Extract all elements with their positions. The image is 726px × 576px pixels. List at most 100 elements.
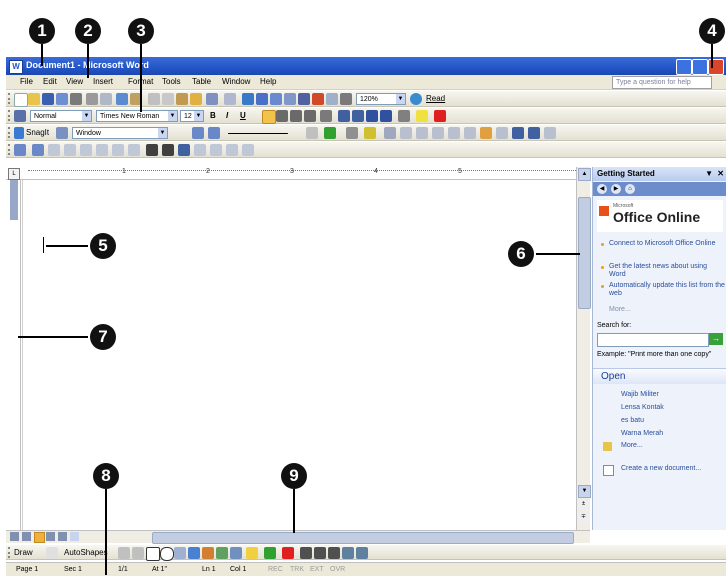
open-folder-icon[interactable]: [28, 93, 40, 105]
print-layout-view-icon[interactable]: [34, 532, 45, 543]
toolbar-grip[interactable]: [8, 144, 12, 155]
text-box-tool-icon[interactable]: [174, 547, 186, 559]
font-size-select[interactable]: 12 ▼: [180, 110, 204, 122]
dash-style-icon[interactable]: [314, 547, 326, 559]
line-tool-icon[interactable]: [118, 547, 130, 559]
fill-color-icon[interactable]: [246, 547, 258, 559]
recipients-icon[interactable]: [48, 144, 60, 156]
next-record-icon[interactable]: [226, 144, 238, 156]
spelling-icon[interactable]: [116, 93, 128, 105]
underline-button[interactable]: U: [240, 111, 246, 120]
show-hide-icon[interactable]: [340, 93, 352, 105]
line-style-draw-icon[interactable]: [300, 547, 312, 559]
bullets-icon[interactable]: [352, 110, 364, 122]
maximize-button[interactable]: [692, 59, 708, 75]
font-color-icon[interactable]: [434, 110, 446, 122]
word-app-icon[interactable]: W: [9, 60, 23, 74]
arrow-style-icon[interactable]: [328, 547, 340, 559]
insert-table-icon[interactable]: [270, 93, 282, 105]
hyperlink-icon[interactable]: [242, 93, 254, 105]
numbering-icon[interactable]: [338, 110, 350, 122]
redo-icon[interactable]: [224, 93, 236, 105]
forward-icon[interactable]: ▶: [611, 184, 621, 194]
align-right-icon[interactable]: [290, 110, 302, 122]
diagram-icon[interactable]: [202, 547, 214, 559]
minimize-button[interactable]: [676, 59, 692, 75]
toolbar-grip[interactable]: [8, 110, 12, 121]
font-select[interactable]: Times New Roman ▼: [96, 110, 178, 122]
drawing-icon[interactable]: [312, 93, 324, 105]
tab-selector[interactable]: L: [8, 168, 20, 180]
shadow-style-icon[interactable]: [342, 547, 354, 559]
first-record-icon[interactable]: [194, 144, 206, 156]
zoom-select[interactable]: 120% ▼: [356, 93, 406, 105]
menu-window[interactable]: Window: [222, 77, 250, 86]
close-icon[interactable]: ✕: [717, 167, 724, 181]
line-color-icon[interactable]: [264, 547, 276, 559]
highlight-icon[interactable]: [416, 110, 428, 122]
vertical-ruler[interactable]: [6, 180, 21, 530]
status-ext[interactable]: EXT: [310, 566, 324, 573]
insert-excel-icon[interactable]: [284, 93, 296, 105]
status-rec[interactable]: REC: [268, 566, 283, 573]
toolbar-grip[interactable]: [8, 127, 12, 138]
split-cells-icon[interactable]: [416, 127, 428, 139]
arrow-tool-icon[interactable]: [132, 547, 144, 559]
ask-question-input[interactable]: Type a question for help: [612, 76, 712, 89]
menu-view[interactable]: View: [66, 77, 83, 86]
insert-picture-icon[interactable]: [230, 547, 242, 559]
outside-border-icon[interactable]: [346, 127, 358, 139]
previous-record-icon[interactable]: [210, 144, 222, 156]
copy-icon[interactable]: [162, 93, 174, 105]
chevron-down-icon[interactable]: ▼: [158, 128, 167, 138]
insert-greeting-line-icon[interactable]: [80, 144, 92, 156]
border-icon[interactable]: [398, 110, 410, 122]
vertical-scrollbar[interactable]: ▲ ▼ ± ∓: [576, 167, 591, 530]
line-spacing-icon[interactable]: [320, 110, 332, 122]
autoshapes-menu-button[interactable]: AutoShapes: [64, 548, 108, 557]
distribute-columns-icon[interactable]: [464, 127, 476, 139]
frame-icon[interactable]: [208, 127, 220, 139]
scroll-left-button[interactable]: [70, 532, 79, 541]
outline-view-icon[interactable]: [46, 532, 55, 541]
horizontal-ruler[interactable]: L 1 2 3 4 5: [6, 167, 586, 180]
draw-menu-button[interactable]: Draw: [14, 548, 33, 557]
distribute-rows-icon[interactable]: [448, 127, 460, 139]
propagate-labels-icon[interactable]: [178, 144, 190, 156]
snagit-button[interactable]: SnagIt: [26, 128, 49, 137]
open-data-source-icon[interactable]: [32, 144, 44, 156]
web-layout-view-icon[interactable]: [22, 532, 31, 541]
recent-file-link[interactable]: Wajib Militer: [621, 391, 659, 398]
match-fields-icon[interactable]: [162, 144, 174, 156]
print-preview-icon[interactable]: [100, 93, 112, 105]
highlight-merge-fields-icon[interactable]: [146, 144, 158, 156]
3d-style-icon[interactable]: [356, 547, 368, 559]
tables-borders-icon[interactable]: [256, 93, 268, 105]
scroll-down-button[interactable]: ▼: [578, 485, 591, 498]
autosum-icon[interactable]: [544, 127, 556, 139]
chevron-down-icon[interactable]: ▼: [705, 167, 713, 181]
insert-merge-fields-icon[interactable]: [96, 144, 108, 156]
chevron-down-icon[interactable]: ▼: [82, 111, 91, 121]
insert-word-field-icon[interactable]: [112, 144, 124, 156]
oval-tool-icon[interactable]: [160, 547, 174, 561]
permission-icon[interactable]: [56, 93, 68, 105]
search-go-button[interactable]: →: [709, 333, 723, 345]
save-icon[interactable]: [42, 93, 54, 105]
wordart-icon[interactable]: [188, 547, 200, 559]
view-merged-data-icon[interactable]: [128, 144, 140, 156]
sort-descending-icon[interactable]: [528, 127, 540, 139]
insert-address-block-icon[interactable]: [64, 144, 76, 156]
open-more-link[interactable]: More...: [621, 442, 643, 449]
rectangle-tool-icon[interactable]: [146, 547, 160, 561]
chevron-down-icon[interactable]: ▼: [168, 111, 177, 121]
recent-file-link[interactable]: Warna Merah: [621, 430, 663, 437]
menu-insert[interactable]: Insert: [93, 77, 113, 86]
columns-icon[interactable]: [298, 93, 310, 105]
insert-table-small-icon[interactable]: [384, 127, 396, 139]
bold-button[interactable]: B: [210, 111, 216, 120]
back-icon[interactable]: ◀: [597, 184, 607, 194]
menu-help[interactable]: Help: [260, 77, 276, 86]
toolbar-grip[interactable]: [8, 93, 12, 104]
cut-icon[interactable]: [148, 93, 160, 105]
